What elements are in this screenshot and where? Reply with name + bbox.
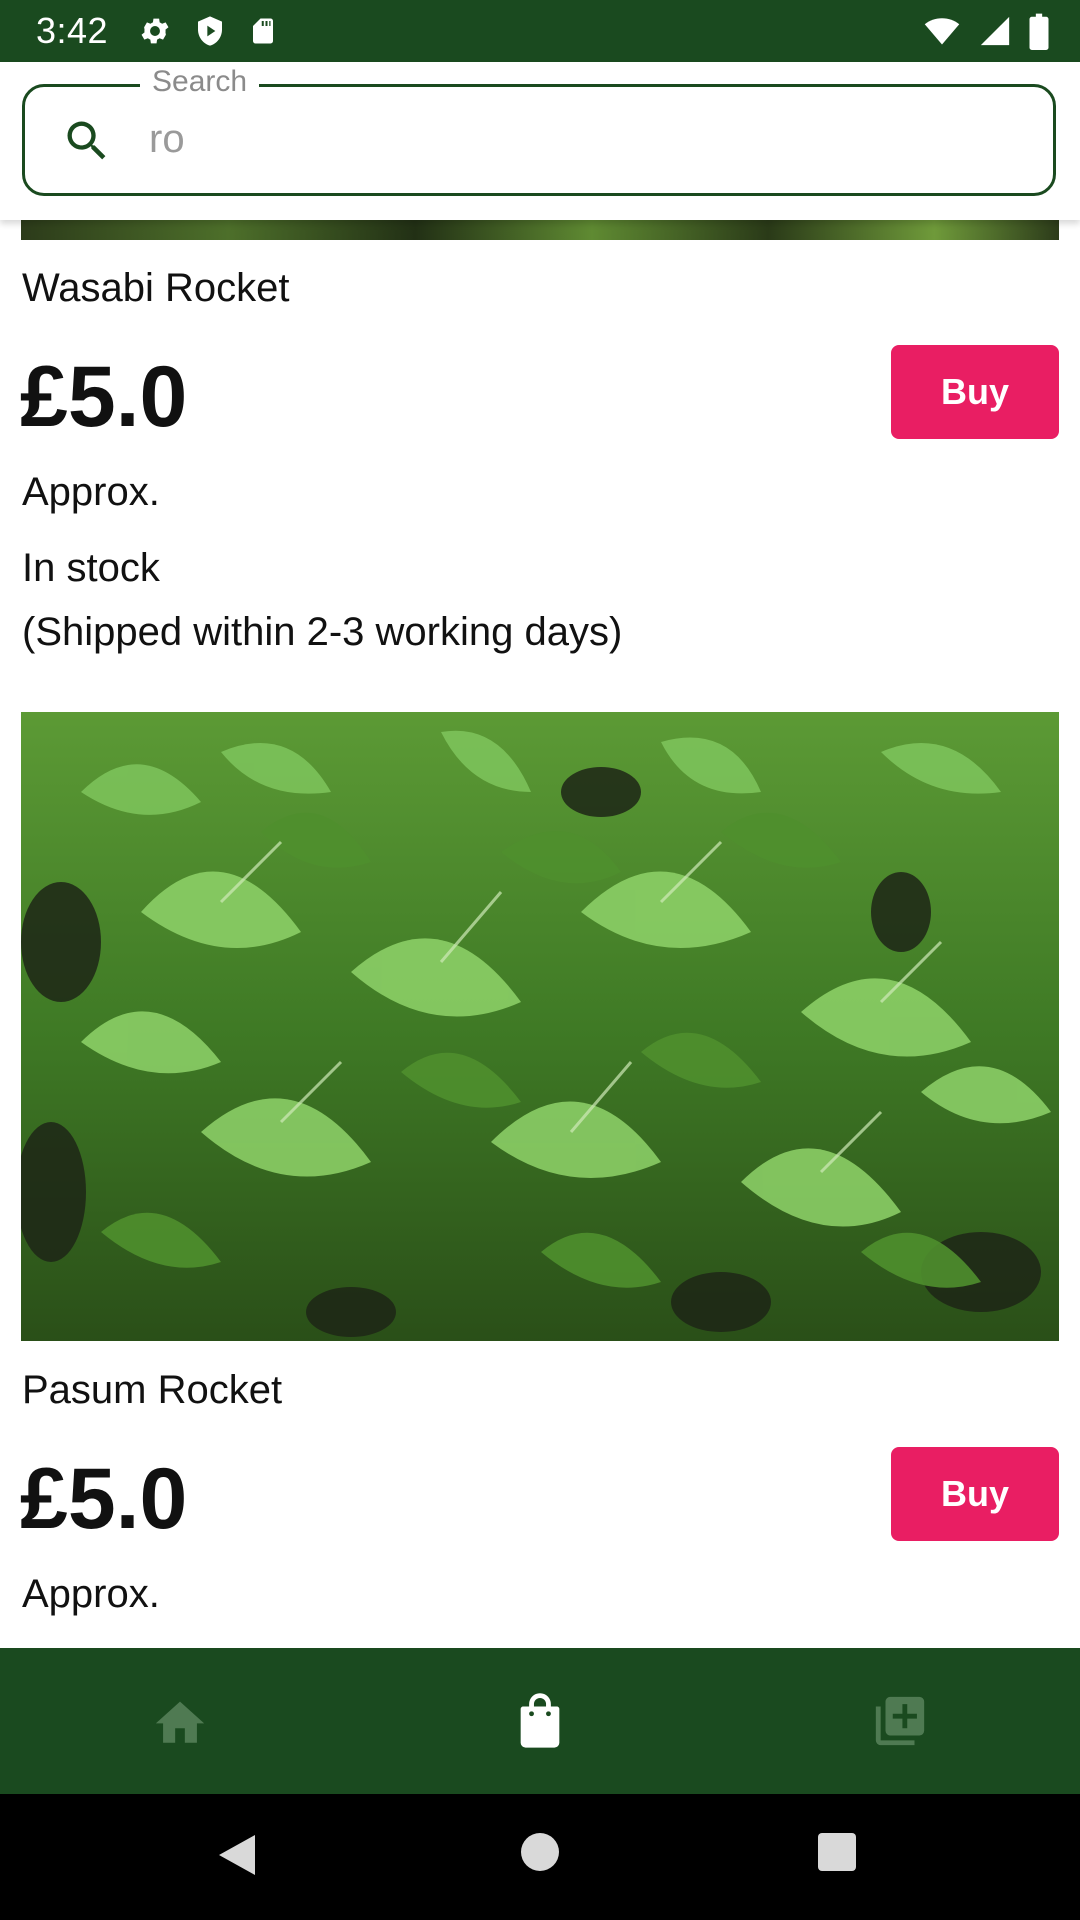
back-icon[interactable] — [215, 1830, 259, 1885]
home-icon[interactable] — [145, 1686, 215, 1756]
product-price: £5.0 — [20, 1451, 188, 1547]
search-label: Search — [140, 65, 260, 99]
search-header: Search ro — [0, 62, 1080, 220]
search-input[interactable]: ro — [149, 117, 185, 162]
shield-play-icon — [194, 14, 226, 48]
signal-icon — [978, 13, 1012, 49]
product-image-partial[interactable] — [21, 220, 1059, 240]
product-price: £5.0 — [20, 349, 188, 445]
status-icons-left — [138, 14, 278, 48]
product-name: Pasum Rocket — [22, 1368, 283, 1412]
product-image[interactable] — [21, 712, 1059, 1341]
buy-button[interactable]: Buy — [891, 1447, 1059, 1541]
shopping-bag-icon[interactable] — [505, 1686, 575, 1756]
price-approx-label: Approx. — [22, 1572, 160, 1616]
status-time: 3:42 — [36, 10, 109, 51]
search-icon — [61, 115, 113, 172]
buy-button[interactable]: Buy — [891, 345, 1059, 439]
home-circle-icon[interactable] — [520, 1832, 560, 1877]
add-to-collection-icon[interactable] — [865, 1686, 935, 1756]
sd-card-icon — [248, 14, 278, 48]
bottom-navigation — [0, 1648, 1080, 1794]
status-bar: 3:42 — [0, 0, 1080, 62]
search-field[interactable]: Search ro — [22, 65, 1056, 196]
stock-status: In stock — [22, 546, 160, 590]
wifi-icon — [922, 13, 962, 49]
recents-icon[interactable] — [817, 1832, 857, 1877]
status-icons-right — [922, 12, 1050, 50]
gear-icon — [138, 14, 172, 48]
product-list: Wasabi Rocket £5.0 Buy Approx. In stock … — [0, 220, 1080, 1648]
price-approx-label: Approx. — [22, 470, 160, 514]
system-navigation-bar — [0, 1794, 1080, 1920]
shipping-note: (Shipped within 2-3 working days) — [22, 610, 623, 654]
battery-icon — [1028, 12, 1050, 50]
product-name: Wasabi Rocket — [22, 266, 290, 310]
